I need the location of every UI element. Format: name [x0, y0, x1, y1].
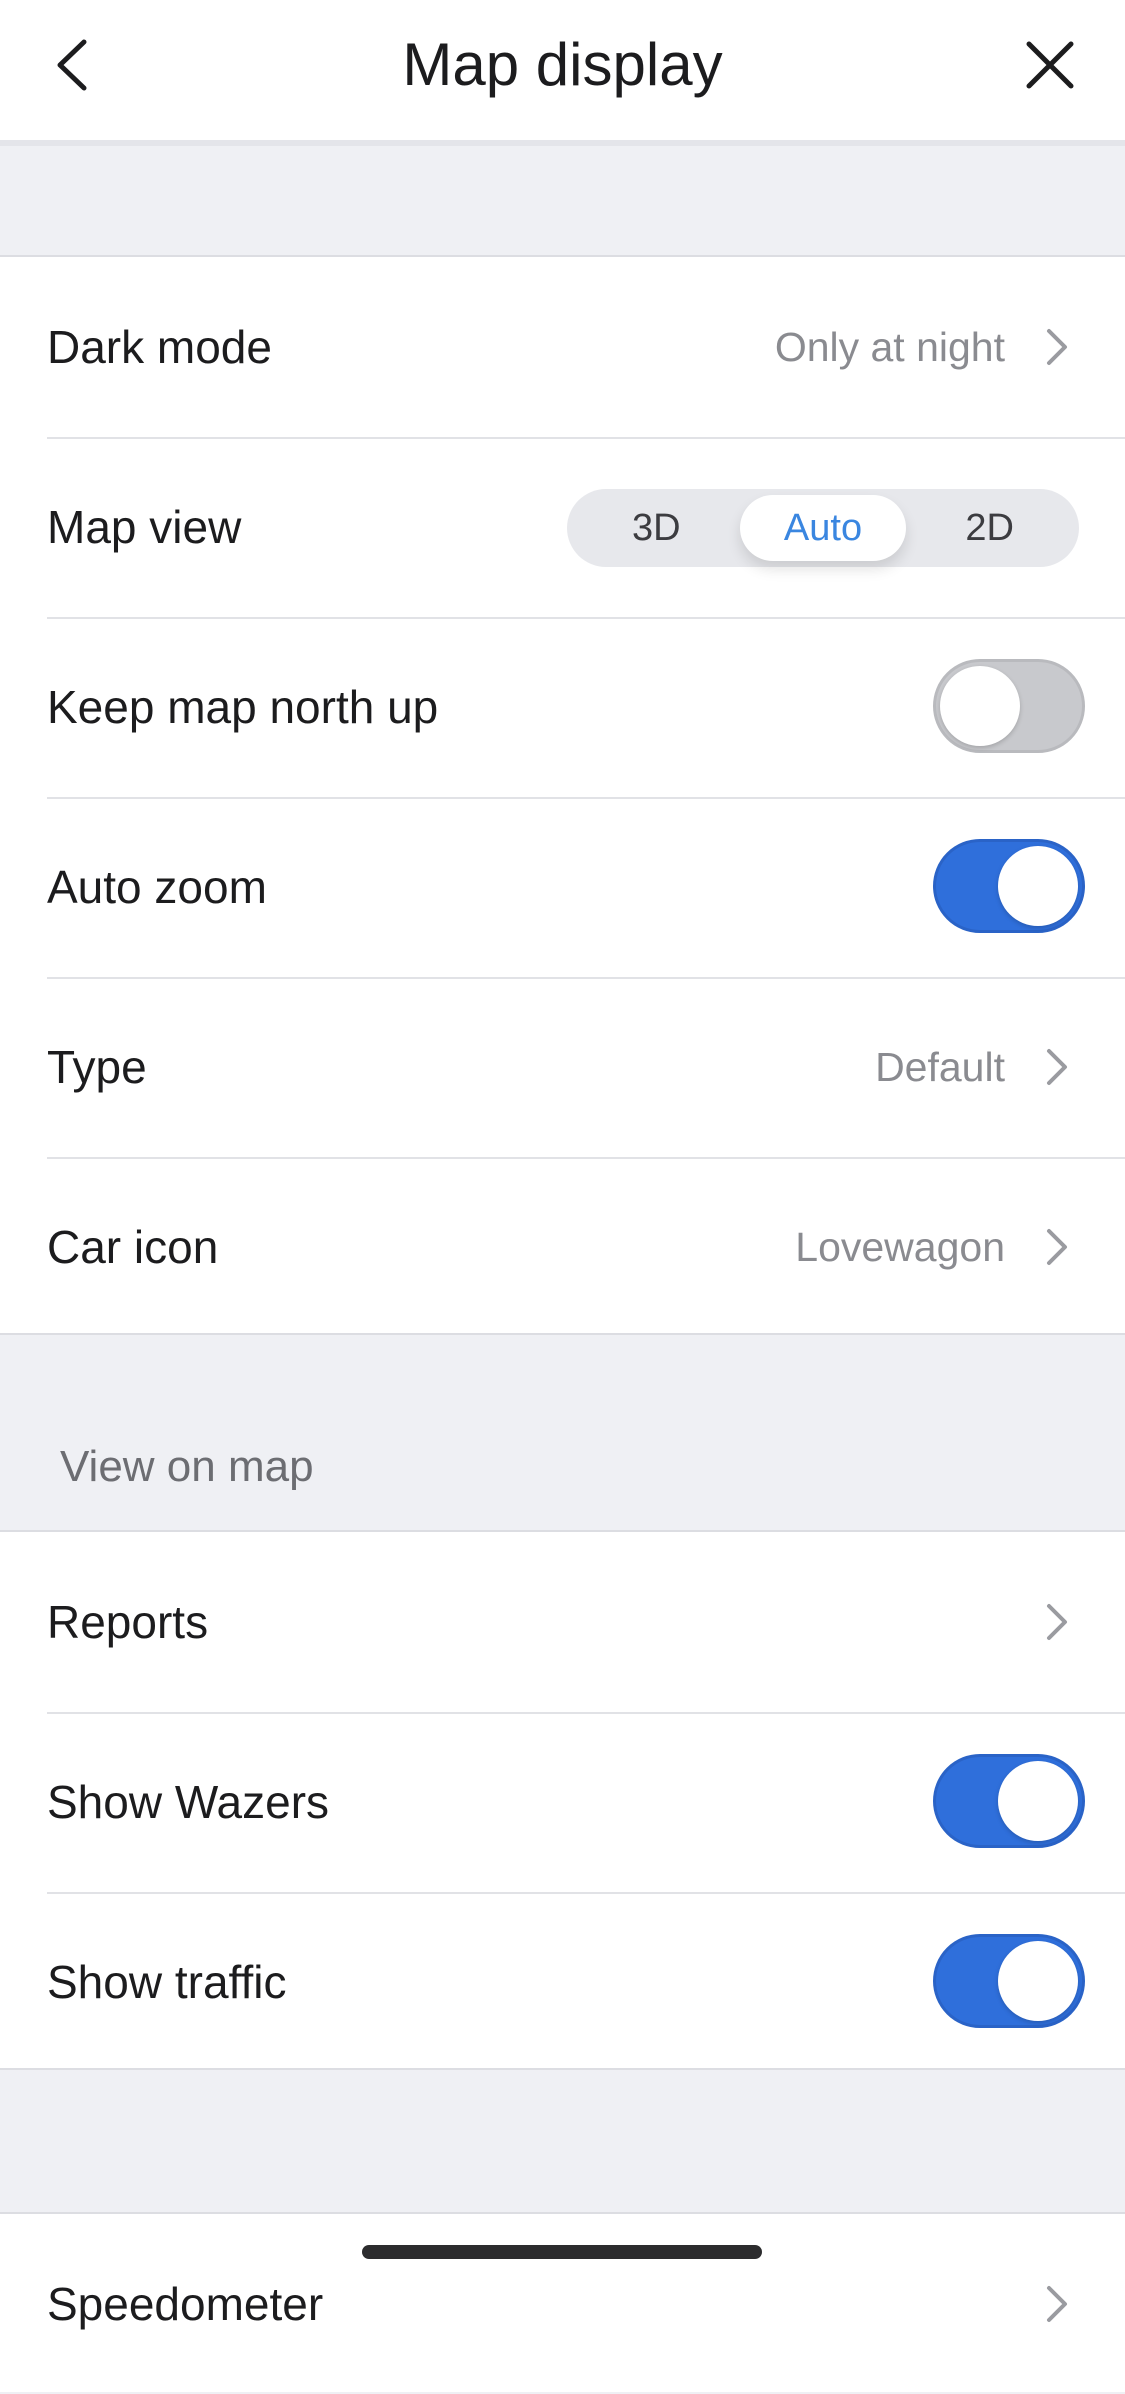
toggle-knob — [998, 846, 1078, 926]
page-title: Map display — [402, 31, 723, 98]
auto-zoom-label: Auto zoom — [47, 861, 267, 913]
home-indicator[interactable] — [362, 2245, 762, 2259]
show-traffic-toggle[interactable] — [933, 1934, 1085, 2028]
map-view-option-2d[interactable]: 2D — [906, 495, 1073, 561]
dark-mode-value: Only at night — [774, 324, 1005, 370]
view-on-map-section-title: View on map — [60, 1442, 314, 1491]
chevron-right-icon — [1047, 329, 1067, 365]
reports-row[interactable]: Reports — [0, 1532, 1125, 1712]
dark-mode-row[interactable]: Dark mode Only at night — [0, 257, 1125, 437]
north-up-toggle[interactable] — [933, 659, 1085, 753]
map-view-row: Map view 3D Auto 2D — [0, 437, 1125, 617]
show-wazers-row: Show Wazers — [0, 1712, 1125, 1892]
chevron-right-icon — [1047, 1604, 1067, 1640]
map-view-label: Map view — [47, 501, 242, 553]
toggle-knob — [998, 1761, 1078, 1841]
type-label: Type — [47, 1041, 147, 1093]
map-view-option-3d[interactable]: 3D — [573, 495, 740, 561]
toggle-knob — [998, 1941, 1078, 2021]
auto-zoom-toggle[interactable] — [933, 839, 1085, 933]
map-view-option-auto[interactable]: Auto — [739, 495, 907, 561]
dark-mode-label: Dark mode — [47, 321, 272, 373]
show-wazers-label: Show Wazers — [47, 1776, 330, 1828]
chevron-right-icon — [1047, 1049, 1067, 1085]
north-up-row: Keep map north up — [0, 617, 1125, 797]
show-traffic-label: Show traffic — [47, 1956, 287, 2008]
auto-zoom-row: Auto zoom — [0, 797, 1125, 977]
type-value: Default — [875, 1044, 1005, 1090]
toggle-knob — [940, 666, 1020, 746]
car-icon-value: Lovewagon — [795, 1224, 1005, 1270]
north-up-label: Keep map north up — [47, 681, 439, 733]
chevron-right-icon — [1047, 2286, 1067, 2322]
close-icon — [1026, 41, 1074, 89]
chevron-right-icon — [1047, 1229, 1067, 1265]
car-icon-row[interactable]: Car icon Lovewagon — [0, 1157, 1125, 1337]
reports-label: Reports — [47, 1596, 209, 1648]
speedometer-row[interactable]: Speedometer — [0, 2214, 1125, 2394]
more-settings-section: Speedometer — [0, 2212, 1125, 2392]
map-view-segmented-control: 3D Auto 2D — [567, 489, 1079, 567]
car-icon-label: Car icon — [47, 1221, 219, 1273]
show-traffic-row: Show traffic — [0, 1892, 1125, 2072]
type-row[interactable]: Type Default — [0, 977, 1125, 1157]
nav-header: Map display — [0, 0, 1125, 146]
general-settings-section: Dark mode Only at night Map view 3D Auto… — [0, 255, 1125, 1335]
speedometer-label: Speedometer — [47, 2278, 324, 2330]
close-button[interactable] — [1015, 30, 1085, 100]
show-wazers-toggle[interactable] — [933, 1754, 1085, 1848]
view-on-map-section: Reports Show Wazers Show traffic — [0, 1530, 1125, 2070]
